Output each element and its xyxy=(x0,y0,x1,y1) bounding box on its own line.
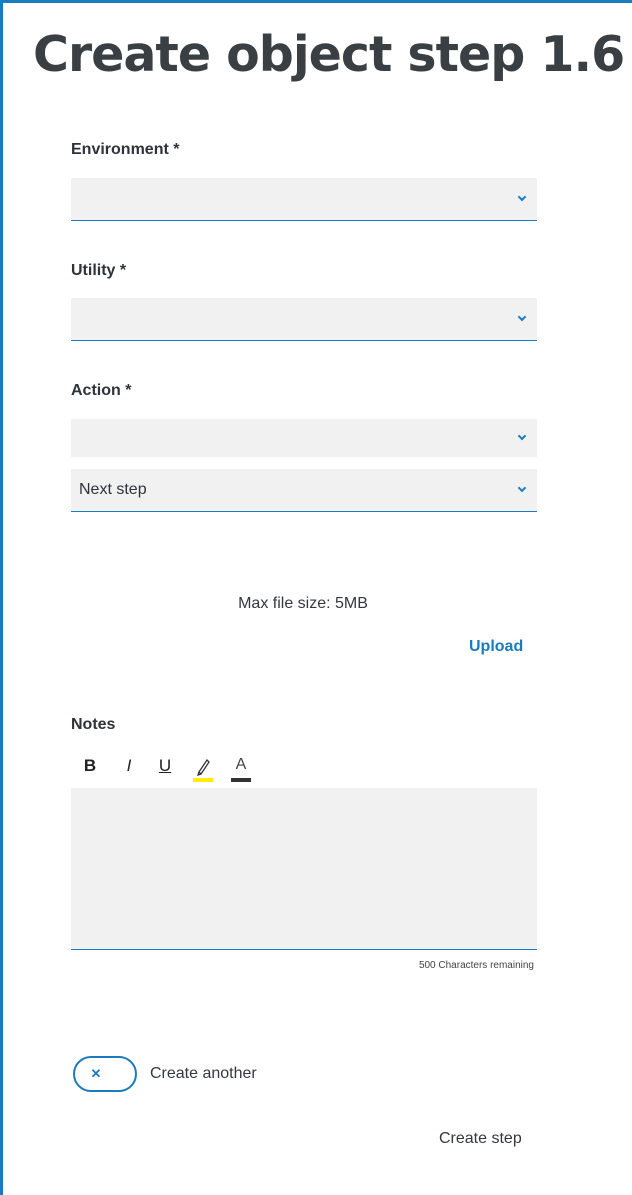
font-color-swatch xyxy=(231,778,251,782)
create-another-label: Create another xyxy=(150,1065,257,1082)
notes-label: Notes xyxy=(71,716,116,733)
environment-select[interactable] xyxy=(71,178,537,221)
notes-textarea[interactable] xyxy=(71,788,537,950)
next-step-value: Next step xyxy=(79,481,147,498)
highlight-color-swatch xyxy=(193,778,213,782)
action-label: Action * xyxy=(71,382,132,399)
upload-button[interactable]: Upload xyxy=(469,638,523,656)
create-step-button[interactable]: Create step xyxy=(439,1130,522,1148)
next-step-select[interactable]: Next step xyxy=(71,469,537,512)
utility-label: Utility * xyxy=(71,262,127,279)
create-another-toggle[interactable]: ✕ xyxy=(73,1056,137,1092)
font-color-button[interactable]: A xyxy=(231,756,251,784)
italic-button[interactable]: I xyxy=(123,756,135,784)
environment-label: Environment * xyxy=(71,141,180,158)
notes-toolbar: B I U A xyxy=(75,756,275,786)
chevron-down-icon xyxy=(517,483,527,493)
highlighter-icon xyxy=(196,758,210,777)
chevron-down-icon xyxy=(517,192,527,202)
highlighter-button[interactable] xyxy=(193,756,213,784)
page-title: Create object step 1.6 xyxy=(33,26,625,83)
bold-button[interactable]: B xyxy=(83,756,97,784)
underline-button[interactable]: U xyxy=(157,756,173,784)
max-file-size-text: Max file size: 5MB xyxy=(238,595,368,612)
create-step-panel: Create object step 1.6 Environment * Uti… xyxy=(0,0,632,1195)
chevron-down-icon xyxy=(517,431,527,441)
utility-select[interactable] xyxy=(71,298,537,341)
close-icon: ✕ xyxy=(90,1066,102,1081)
characters-remaining: 500 Characters remaining xyxy=(418,960,534,971)
action-select[interactable] xyxy=(71,419,537,457)
chevron-down-icon xyxy=(517,312,527,322)
font-color-icon: A xyxy=(235,756,247,773)
